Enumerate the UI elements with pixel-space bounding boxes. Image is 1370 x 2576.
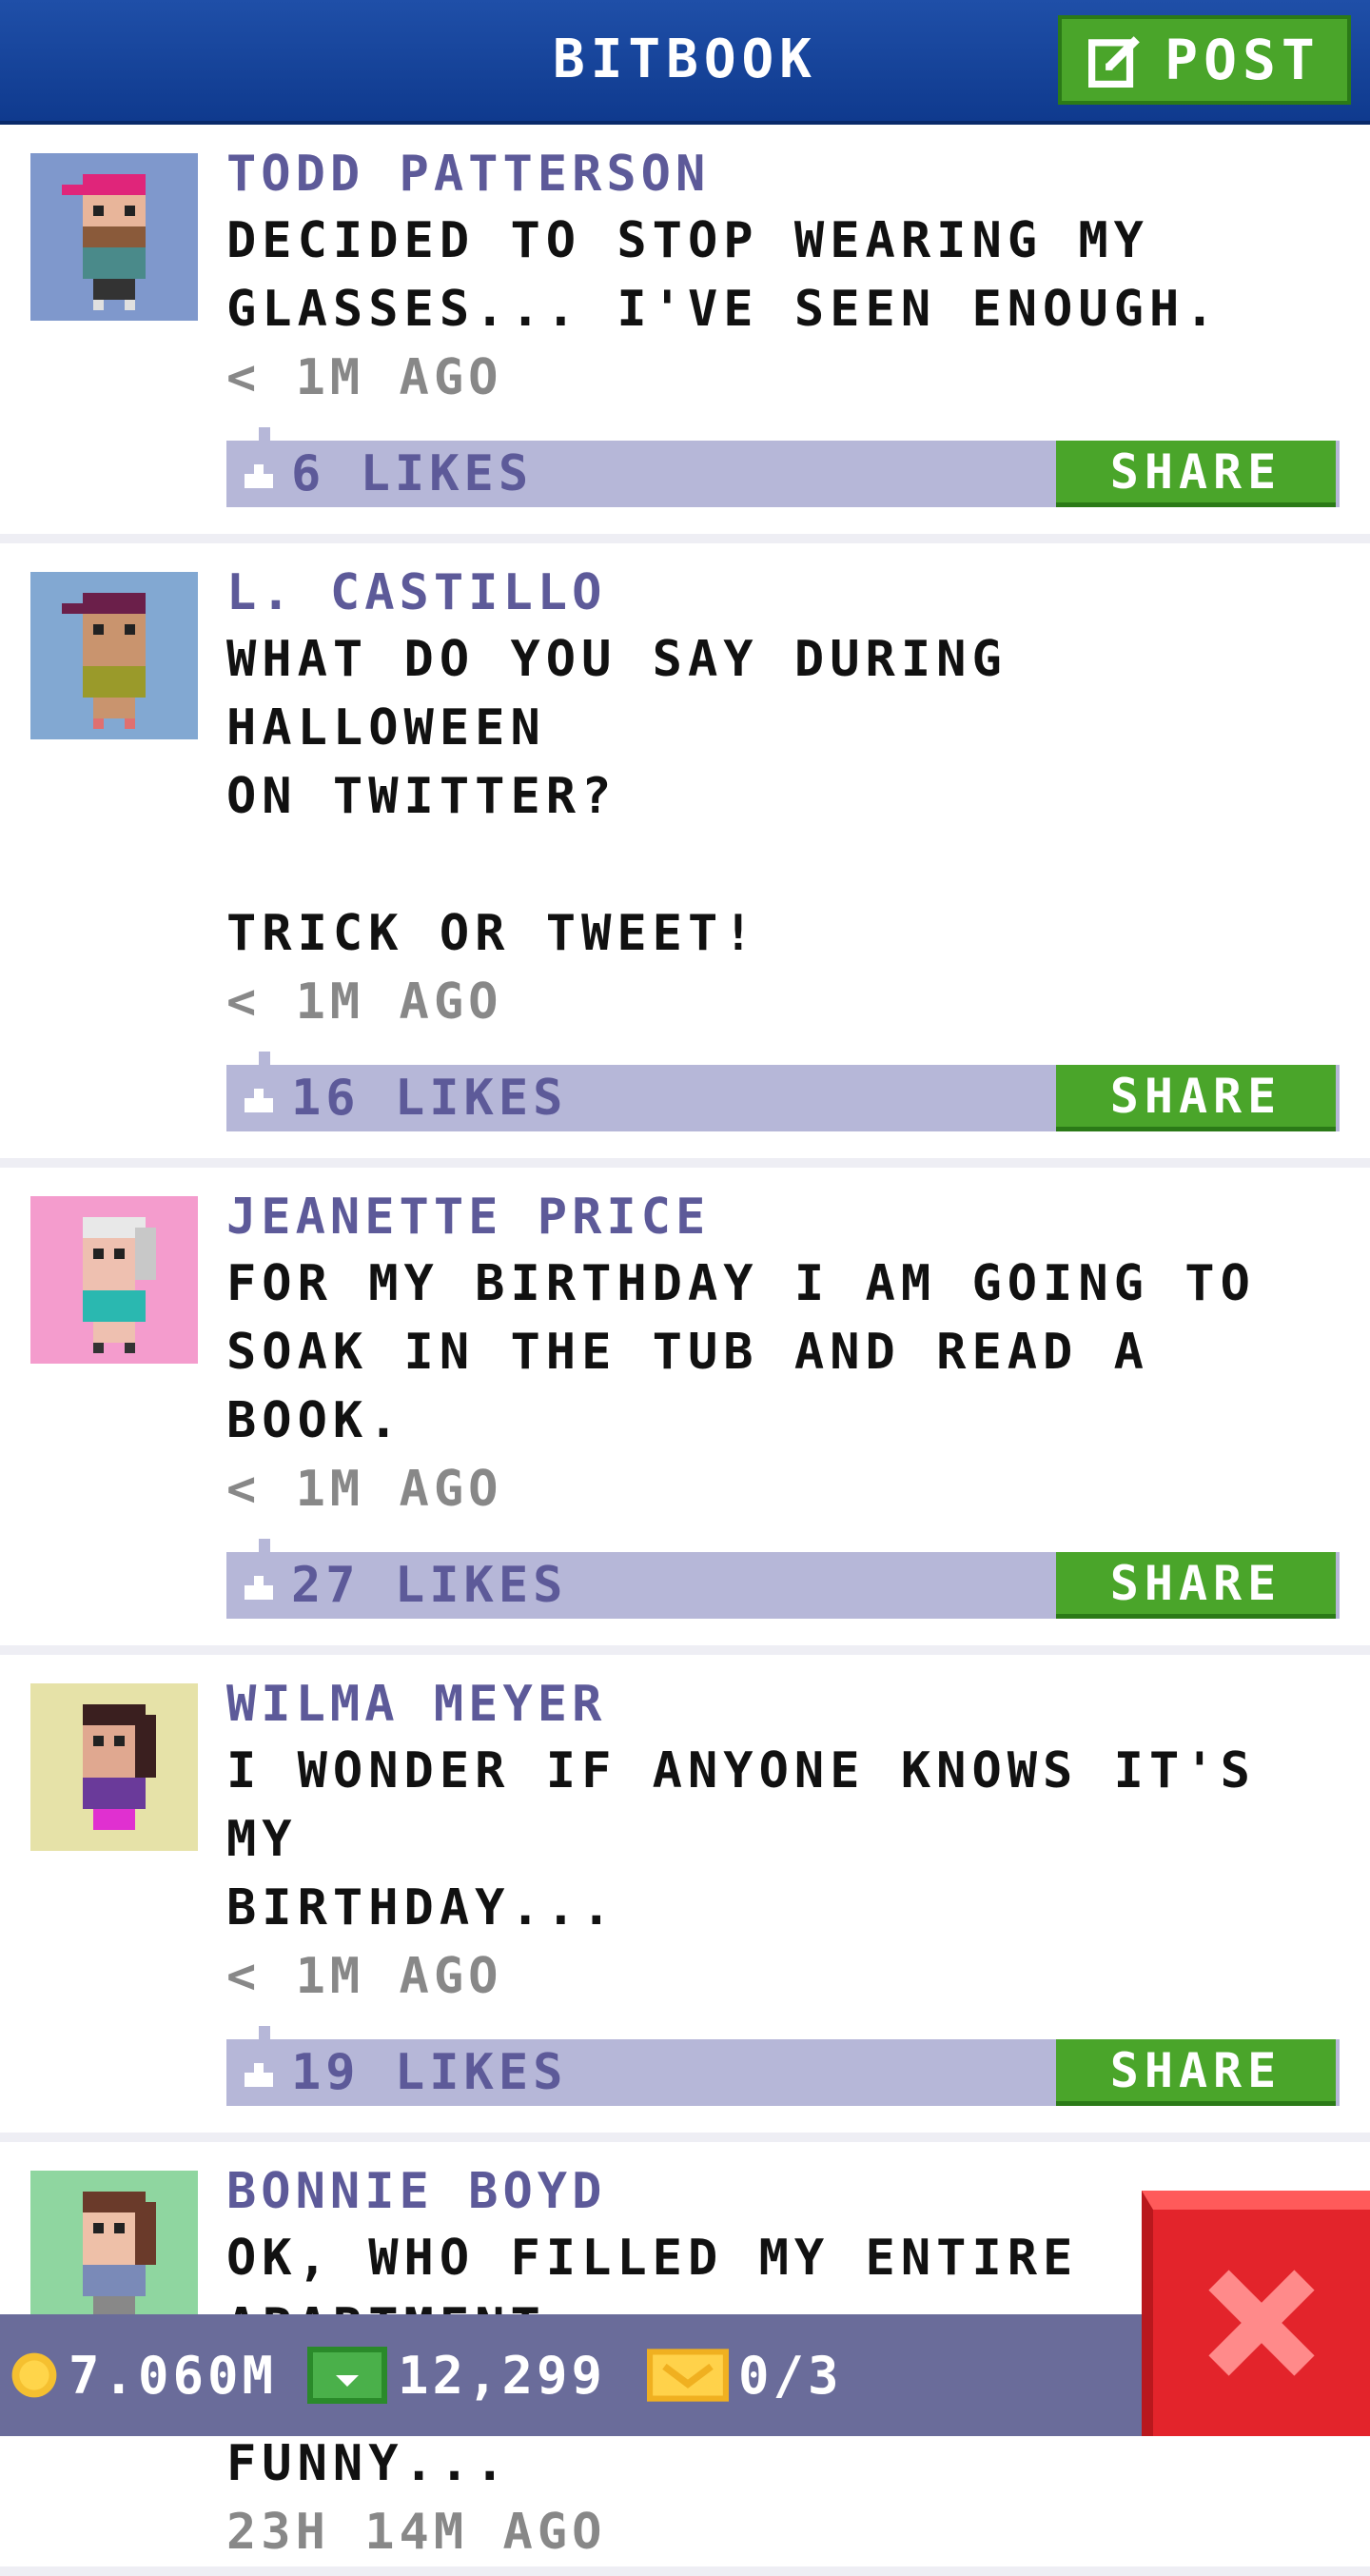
post-time: < 1M AGO: [226, 1948, 503, 2005]
post-author[interactable]: TODD PATTERSON: [226, 142, 1349, 206]
likes-count: 16 LIKES: [291, 1070, 568, 1127]
thumb-up-icon: [245, 464, 273, 488]
post-author[interactable]: JEANETTE PRICE: [226, 1185, 1349, 1249]
edit-icon: [1088, 36, 1140, 88]
ticket-icon: [647, 2349, 729, 2402]
avatar[interactable]: [30, 1683, 198, 1851]
like-button[interactable]: 19 LIKES: [240, 2039, 567, 2106]
app-header: BITBOOK POST: [0, 0, 1370, 125]
close-button[interactable]: [1142, 2191, 1370, 2436]
thumb-up-icon: [245, 2063, 273, 2087]
likes-bar: 27 LIKES SHARE: [226, 1539, 1340, 1619]
coin-icon: [11, 2352, 57, 2398]
avatar-person-dark-hair-icon: [30, 1683, 198, 1851]
post-message: WHAT DO YOU SAY DURING HALLOWEEN ON TWIT…: [226, 631, 1008, 962]
post-message: FOR MY BIRTHDAY I AM GOING TO SOAK IN TH…: [226, 1255, 1256, 1449]
avatar[interactable]: [30, 2171, 198, 2338]
bux-value: 12,299: [398, 2345, 607, 2406]
coins-value: 7.060M: [68, 2345, 278, 2406]
like-button[interactable]: 6 LIKES: [240, 441, 533, 507]
post-time: < 1M AGO: [226, 349, 503, 406]
post-time: < 1M AGO: [226, 973, 503, 1031]
post-message: DECIDED TO STOP WEARING MY GLASSES... I'…: [226, 212, 1221, 338]
avatar-person-brown-hair-icon: [30, 2171, 198, 2338]
share-button[interactable]: SHARE: [1056, 1065, 1336, 1131]
likes-count: 6 LIKES: [291, 445, 534, 502]
post-item: JEANETTE PRICE FOR MY BIRTHDAY I AM GOIN…: [0, 1168, 1370, 1655]
tickets-stat: 0/3: [647, 2314, 843, 2436]
post-item: WILMA MEYER I WONDER IF ANYONE KNOWS IT'…: [0, 1655, 1370, 2142]
post-button[interactable]: POST: [1058, 15, 1351, 105]
close-icon: [1208, 2270, 1315, 2376]
like-button[interactable]: 16 LIKES: [240, 1065, 567, 1131]
likes-count: 19 LIKES: [291, 2044, 568, 2101]
post-author[interactable]: L. CASTILLO: [226, 560, 1349, 625]
avatar[interactable]: [30, 153, 198, 321]
share-button[interactable]: SHARE: [1056, 441, 1336, 507]
likes-count: 27 LIKES: [291, 1557, 568, 1614]
avatar-person-cap-icon: [30, 572, 198, 739]
post-button-label: POST: [1164, 28, 1321, 92]
post-author[interactable]: WILMA MEYER: [226, 1672, 1349, 1737]
likes-bar: 19 LIKES SHARE: [226, 2026, 1340, 2106]
thumb-up-icon: [245, 1089, 273, 1112]
avatar-person-cap-icon: [30, 153, 198, 321]
tickets-value: 0/3: [738, 2345, 843, 2406]
avatar-person-white-hair-icon: [30, 1196, 198, 1364]
bux-icon: [307, 2347, 387, 2404]
post-time: 23H 14M AGO: [226, 2504, 607, 2561]
share-button[interactable]: SHARE: [1056, 1552, 1336, 1619]
likes-bar: 6 LIKES SHARE: [226, 427, 1340, 507]
post-item: TODD PATTERSON DECIDED TO STOP WEARING M…: [0, 125, 1370, 543]
thumb-up-icon: [245, 1576, 273, 1600]
like-button[interactable]: 27 LIKES: [240, 1552, 567, 1619]
avatar[interactable]: [30, 572, 198, 739]
post-time: < 1M AGO: [226, 1461, 503, 1518]
likes-bar: 16 LIKES SHARE: [226, 1052, 1340, 1131]
post-message: I WONDER IF ANYONE KNOWS IT'S MY BIRTHDA…: [226, 1742, 1256, 1937]
avatar[interactable]: [30, 1196, 198, 1364]
bux-stat: 12,299: [306, 2314, 606, 2436]
coins-stat: 7.060M: [10, 2314, 277, 2436]
share-button[interactable]: SHARE: [1056, 2039, 1336, 2106]
post-item: L. CASTILLO WHAT DO YOU SAY DURING HALLO…: [0, 543, 1370, 1168]
